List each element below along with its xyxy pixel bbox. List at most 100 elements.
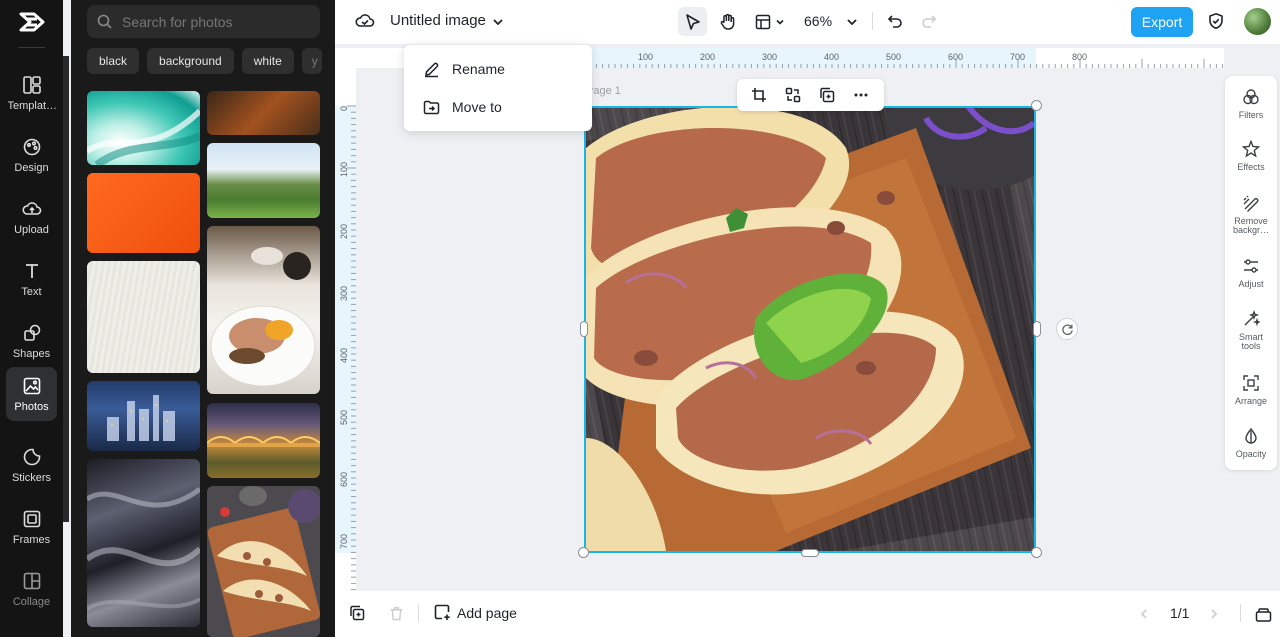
resize-handle-left[interactable] (580, 321, 588, 337)
shield-icon[interactable] (1205, 10, 1227, 32)
prev-page-icon[interactable] (1134, 604, 1154, 624)
layout-menu-button[interactable] (750, 7, 790, 36)
resize-handle-right[interactable] (1033, 321, 1041, 337)
sidebar-item-text[interactable]: Text (6, 252, 57, 306)
menu-item-rename[interactable]: Rename (404, 51, 592, 87)
sidebar-item-label: Collage (12, 595, 51, 608)
cloud-save-icon[interactable] (354, 10, 376, 32)
duplicate-page-icon[interactable] (347, 603, 367, 623)
zoom-level[interactable]: 66% (804, 13, 832, 29)
tool-smart-tools[interactable]: Smart tools (1225, 310, 1277, 351)
shapes-icon (23, 324, 40, 341)
sidebar-item-photos[interactable]: Photos (6, 367, 57, 421)
tool-arrange[interactable]: Arrange (1225, 374, 1277, 406)
redo-icon[interactable] (918, 10, 940, 32)
pages-panel-icon[interactable] (1252, 603, 1274, 625)
photos-panel: black background white y (71, 0, 335, 637)
title-dropdown-menu: Rename Move to (404, 45, 592, 131)
ruler-top-label: 800 (1072, 52, 1087, 62)
photo-thumbnail[interactable] (207, 143, 320, 218)
photo-thumbnail[interactable] (87, 381, 200, 451)
tool-filters[interactable]: Filters (1225, 88, 1277, 120)
tool-label: Arrange (1234, 396, 1268, 406)
tool-label: Effects (1237, 162, 1265, 172)
adjust-icon (1244, 259, 1258, 273)
tool-effects[interactable]: Effects (1225, 140, 1277, 172)
sidebar-item-label: Stickers (11, 471, 52, 484)
rotate-handle[interactable] (1056, 318, 1078, 340)
sidebar-item-label: Frames (12, 533, 51, 546)
crop-icon[interactable] (749, 85, 769, 105)
chip-keyword[interactable]: white (241, 48, 294, 74)
collage-icon (23, 572, 40, 589)
selected-photo[interactable] (584, 106, 1036, 553)
zoom-chevron-down-icon[interactable] (842, 12, 862, 32)
filters-icon (1243, 89, 1259, 105)
tool-remove-background[interactable]: Remove backgr… (1225, 194, 1277, 235)
ruler-left: 0 100 200 300 400 500 600 700 (335, 68, 356, 591)
search-input[interactable] (122, 13, 302, 30)
sidebar-item-shapes[interactable]: Shapes (6, 314, 57, 368)
photo-thumbnail[interactable] (87, 173, 200, 253)
avatar[interactable] (1244, 8, 1271, 35)
more-options-icon[interactable] (851, 85, 871, 105)
export-button[interactable]: Export (1131, 7, 1193, 37)
resize-handle-bottom-left[interactable] (578, 547, 589, 558)
left-rail: Templat… Design Upload Text Shapes Photo… (0, 0, 63, 637)
undo-icon[interactable] (884, 10, 906, 32)
chip-keyword[interactable]: y (301, 48, 322, 74)
duplicate-icon[interactable] (817, 85, 837, 105)
cursor-icon (685, 13, 700, 30)
app-logo-icon[interactable] (18, 10, 46, 34)
sidebar-item-design[interactable]: Design (6, 128, 57, 182)
trash-icon[interactable] (386, 603, 406, 623)
remove-background-icon (1243, 195, 1259, 212)
photo-thumbnail[interactable] (207, 91, 320, 135)
sidebar-item-stickers[interactable]: Stickers (6, 438, 57, 492)
ruler-top-label: 400 (824, 52, 839, 62)
hand-icon (720, 13, 734, 30)
ruler-top-label: 100 (638, 52, 653, 62)
next-page-icon[interactable] (1204, 604, 1224, 624)
photo-thumbnail[interactable] (207, 403, 320, 478)
keyword-chips: black background white y (87, 48, 322, 74)
replace-icon[interactable] (783, 85, 803, 105)
toolbar-divider (872, 12, 873, 30)
chip-keyword[interactable]: background (147, 48, 234, 74)
resize-handle-bottom-right[interactable] (1031, 547, 1042, 558)
tool-opacity[interactable]: Opacity (1225, 427, 1277, 459)
chevron-down-icon[interactable] (488, 12, 508, 32)
resize-handle-bottom[interactable] (801, 549, 819, 557)
select-tool-button[interactable] (678, 7, 707, 36)
photos-icon (23, 377, 40, 394)
photo-thumbnail[interactable] (87, 91, 200, 165)
element-toolbar (737, 79, 884, 111)
add-page-label: Add page (457, 604, 517, 621)
photo-thumbnail[interactable] (87, 261, 200, 373)
tool-label: Remove backgr… (1232, 216, 1269, 235)
sidebar-item-upload[interactable]: Upload (6, 190, 57, 244)
rail-scrollbar[interactable] (63, 56, 69, 522)
ruler-left-label: 400 (339, 348, 349, 363)
resize-handle-top-right[interactable] (1031, 100, 1042, 111)
sidebar-item-collage[interactable]: Collage (6, 562, 57, 616)
tool-adjust[interactable]: Adjust (1225, 257, 1277, 289)
photo-thumbnail[interactable] (207, 486, 320, 637)
chip-keyword[interactable]: black (87, 48, 140, 74)
photo-thumbnail[interactable] (87, 459, 200, 627)
hand-tool-button[interactable] (713, 7, 742, 36)
ruler-top-label: 200 (700, 52, 715, 62)
design-icon (23, 138, 40, 155)
photo-thumbnail[interactable] (207, 226, 320, 394)
ruler-top-label: 300 (762, 52, 777, 62)
folder-move-icon (423, 100, 440, 114)
template-icon (22, 75, 41, 94)
pencil-icon (425, 62, 439, 77)
rail-divider (18, 47, 45, 48)
menu-item-move-to[interactable]: Move to (404, 89, 592, 125)
photo-search-box[interactable] (87, 5, 320, 38)
sidebar-item-frames[interactable]: Frames (6, 500, 57, 554)
sidebar-item-templates[interactable]: Templat… (6, 66, 57, 120)
document-title[interactable]: Untitled image (390, 12, 486, 29)
add-page-button[interactable]: Add page (434, 604, 517, 621)
